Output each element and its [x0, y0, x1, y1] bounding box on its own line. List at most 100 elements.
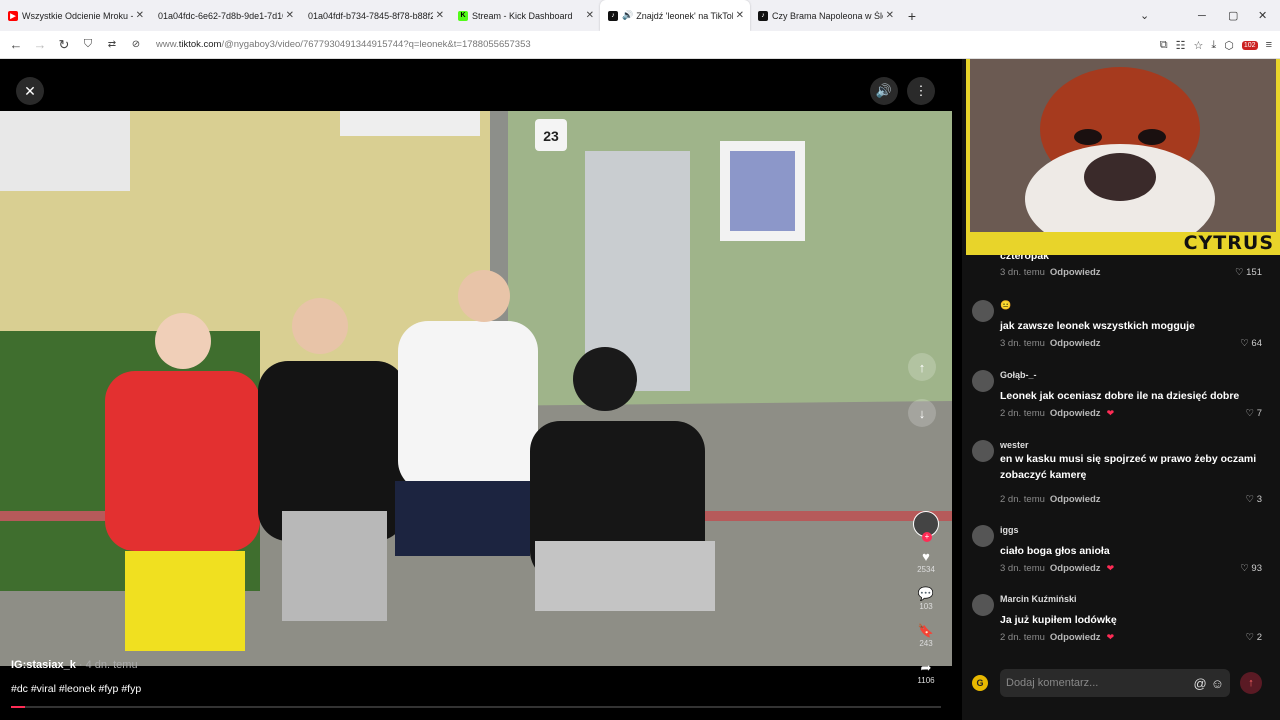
video-caption[interactable]: #dc #viral #leonek #fyp #fyp — [11, 683, 141, 695]
reply-button[interactable]: Odpowiedz — [1050, 494, 1101, 505]
send-comment-button[interactable]: ↑ — [1240, 672, 1262, 694]
commenter-avatar[interactable] — [972, 440, 994, 462]
next-video-button[interactable]: ↓ — [908, 399, 936, 427]
commenter-avatar[interactable] — [972, 300, 994, 322]
bookmark-star-icon[interactable]: ☆ — [1194, 39, 1204, 52]
share-icon[interactable]: ➦ — [921, 660, 932, 675]
reply-button[interactable]: Odpowiedz — [1050, 338, 1101, 349]
tiktok-icon: ♪ — [608, 10, 618, 21]
extensions-icon[interactable]: ⬡ — [1224, 39, 1234, 52]
comment-like-button[interactable]: ♡ 151 — [1235, 267, 1262, 278]
reader-icon[interactable]: ☷ — [1176, 39, 1186, 52]
close-window-button[interactable]: ✕ — [1258, 0, 1267, 31]
youtube-icon: ▶ — [8, 10, 18, 21]
comment-meta: 3 dn. temu Odpowiedz ❤ — [1000, 563, 1114, 574]
tab-tiktok-search[interactable]: ♪ 🔊 Znajdź 'leonek' na TikTok | T ✕ — [600, 0, 750, 31]
comment-like-count: 3 — [1256, 494, 1262, 505]
close-tab-icon[interactable]: ✕ — [886, 10, 894, 21]
speaker-icon[interactable]: 🔊 — [622, 10, 633, 21]
shield-icon[interactable]: ⛉ — [76, 33, 100, 57]
close-tab-icon[interactable]: ✕ — [736, 10, 744, 21]
video-author[interactable]: IG:stasiax_k · 4 dn. temu — [11, 659, 138, 671]
tab-youtube[interactable]: ▶ Wszystkie Odcienie Mroku - Yo ✕ — [0, 0, 150, 31]
reply-button[interactable]: Odpowiedz — [1050, 267, 1101, 278]
commenter-name[interactable]: Gołąb-_- — [1000, 370, 1037, 380]
user-avatar[interactable]: G — [972, 675, 988, 691]
comment-like-button[interactable]: ♡ 64 — [1240, 338, 1262, 349]
comment-like-count: 93 — [1251, 563, 1262, 574]
author-avatar[interactable] — [913, 511, 939, 542]
close-tab-icon[interactable]: ✕ — [286, 10, 294, 21]
tab-tiktok-brama[interactable]: ♪ Czy Brama Napoleona w Ślesin ✕ — [750, 0, 900, 31]
comment-meta: 2 dn. temu Odpowiedz ❤ — [1000, 408, 1114, 419]
tab-title: 01a04fdc-6e62-7d8b-9de1-7d10f9 — [158, 10, 283, 21]
maximize-button[interactable]: ▢ — [1228, 0, 1238, 31]
url-bar[interactable]: www.tiktok.com/@nygaboy3/video/767793049… — [156, 39, 531, 50]
tab-uuid-1[interactable]: 01a04fdc-6e62-7d8b-9de1-7d10f9 ✕ — [150, 0, 300, 31]
tab-kick[interactable]: K Stream - Kick Dashboard ✕ — [450, 0, 600, 31]
save-count: 243 — [919, 639, 933, 648]
reply-button[interactable]: Odpowiedz — [1050, 563, 1101, 574]
commenter-avatar[interactable] — [972, 525, 994, 547]
video-progress-bar[interactable] — [11, 706, 941, 708]
close-tab-icon[interactable]: ✕ — [136, 10, 144, 21]
comment-count: 103 — [919, 602, 933, 611]
comment-input[interactable] — [1006, 677, 1190, 689]
extension-badge[interactable]: 102 — [1241, 40, 1258, 50]
comment-icon[interactable]: 💬 — [918, 586, 934, 601]
close-video-button[interactable]: ✕ — [16, 77, 44, 105]
post-date: · 4 dn. temu — [75, 659, 138, 671]
previous-video-button[interactable]: ↑ — [908, 353, 936, 381]
new-tab-button[interactable]: + — [900, 0, 924, 31]
comment-item: 😐 jak zawsze leonek wszystkich mogguje 3 d… — [972, 300, 1262, 352]
reply-button[interactable]: Odpowiedz — [1050, 632, 1101, 643]
heart-icon[interactable]: ♥ — [922, 549, 930, 564]
reload-icon[interactable]: ↻ — [52, 33, 76, 57]
author-name[interactable]: IG:stasiax_k — [11, 659, 76, 671]
video-frame[interactable]: 23 — [0, 111, 952, 666]
tab-title: Czy Brama Napoleona w Ślesin — [772, 10, 883, 21]
forward-icon[interactable]: → — [28, 33, 52, 57]
comment-like-button[interactable]: ♡ 7 — [1246, 408, 1262, 419]
bookmark-icon[interactable]: 🔖 — [918, 623, 934, 638]
comment-like-count: 2 — [1256, 632, 1262, 643]
back-icon[interactable]: ← — [4, 33, 28, 57]
close-tab-icon[interactable]: ✕ — [586, 10, 594, 21]
mention-icon[interactable]: @ — [1194, 676, 1207, 691]
comment-time: 3 dn. temu — [1000, 563, 1045, 574]
comment-text: Leonek jak oceniasz dobre ile na dziesię… — [1000, 390, 1240, 402]
creator-liked-icon: ❤ — [1106, 563, 1115, 573]
tab-list-chevron-icon[interactable]: ⌄ — [1140, 0, 1149, 31]
comment-item: Marcin Kuźmiński Ja już kupiłem lodówkę 2 … — [972, 594, 1262, 646]
permissions-icon[interactable]: ⇄ — [100, 33, 124, 57]
minimize-button[interactable]: ─ — [1198, 0, 1206, 31]
comment-input-box[interactable]: @ ☺ — [1000, 669, 1230, 697]
action-rail: ♥ 2534 💬 103 🔖 243 ➦ 1106 — [912, 511, 940, 685]
comment-time: 2 dn. temu — [1000, 408, 1045, 419]
download-icon[interactable]: ⤓ — [1211, 39, 1216, 52]
comment-like-button[interactable]: ♡ 2 — [1246, 632, 1262, 643]
commenter-name[interactable]: 😐 — [1000, 300, 1011, 311]
reply-button[interactable]: Odpowiedz — [1050, 408, 1101, 419]
url-path: /@nygaboy3/video/7677930491344915744?q=l… — [221, 39, 531, 50]
tab-uuid-2[interactable]: 01a04fdf-b734-7845-8f78-b88f24b ✕ — [300, 0, 450, 31]
screenshot-icon[interactable]: ⧉ — [1160, 39, 1168, 52]
tab-title: Wszystkie Odcienie Mroku - Yo — [22, 10, 133, 21]
streamer-tag: CYTRUS — [1183, 232, 1274, 254]
close-tab-icon[interactable]: ✕ — [436, 10, 444, 21]
more-options-button[interactable]: ⋮ — [907, 77, 935, 105]
commenter-avatar[interactable] — [972, 370, 994, 392]
commenter-name[interactable]: Marcin Kuźmiński — [1000, 594, 1077, 604]
commenter-name[interactable]: wester — [1000, 440, 1029, 450]
comment-time: 2 dn. temu — [1000, 632, 1045, 643]
comment-like-button[interactable]: ♡ 93 — [1240, 563, 1262, 574]
emoji-icon[interactable]: ☺ — [1211, 676, 1224, 691]
camera-blocked-icon[interactable]: ⊘ — [124, 33, 148, 57]
comment-time: 2 dn. temu — [1000, 494, 1045, 505]
creator-liked-icon: ❤ — [1106, 632, 1115, 642]
commenter-avatar[interactable] — [972, 594, 994, 616]
volume-button[interactable]: 🔊 — [870, 77, 898, 105]
menu-icon[interactable]: ≡ — [1266, 39, 1272, 51]
commenter-name[interactable]: iggs — [1000, 525, 1019, 535]
comment-like-button[interactable]: ♡ 3 — [1246, 494, 1262, 505]
